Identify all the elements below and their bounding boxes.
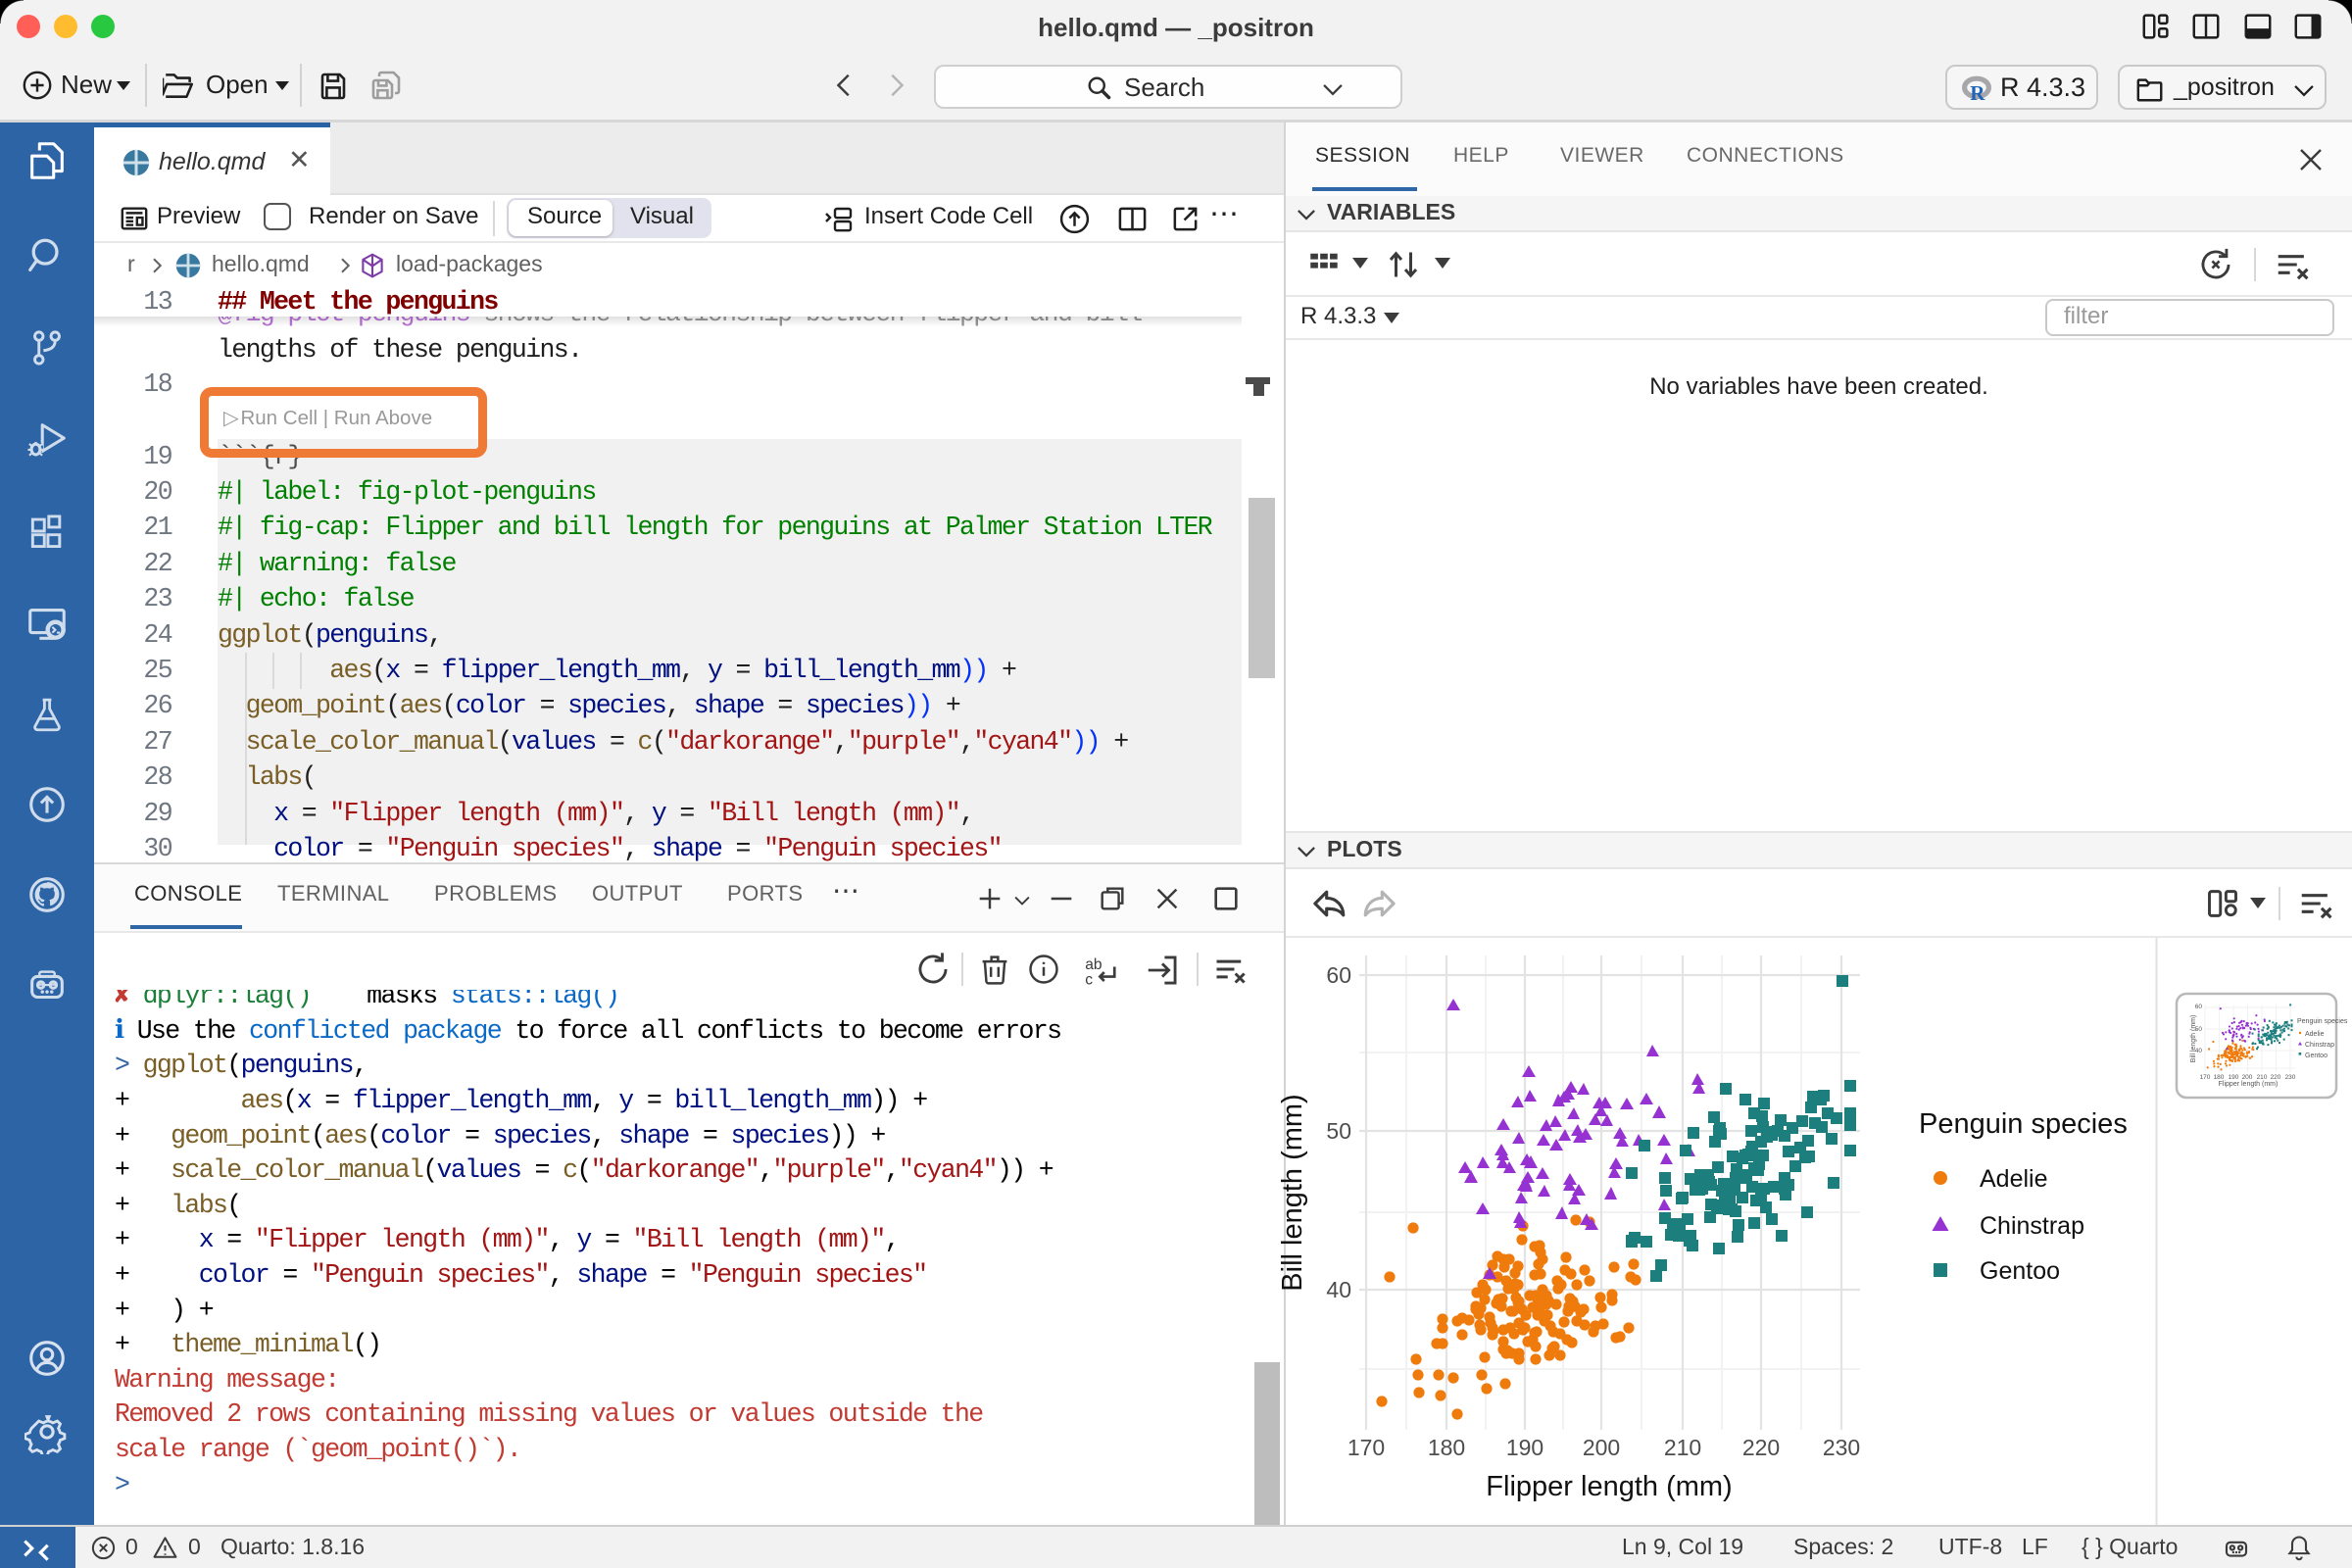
svg-text:c: c bbox=[1085, 971, 1093, 988]
svg-text:Adelie: Adelie bbox=[1980, 1165, 2048, 1193]
svg-text:60: 60 bbox=[2195, 1004, 2203, 1010]
svg-text:60: 60 bbox=[1326, 962, 1351, 988]
svg-text:180: 180 bbox=[2214, 1074, 2225, 1081]
svg-text:Chinstrap: Chinstrap bbox=[2305, 1042, 2334, 1049]
svg-text:Flipper length (mm): Flipper length (mm) bbox=[2219, 1081, 2278, 1088]
svg-text:40: 40 bbox=[2195, 1048, 2203, 1054]
svg-text:210: 210 bbox=[2257, 1074, 2268, 1081]
svg-text:Bill length (mm): Bill length (mm) bbox=[2190, 1015, 2197, 1063]
svg-text:Gentoo: Gentoo bbox=[2305, 1053, 2328, 1059]
svg-text:190: 190 bbox=[1506, 1435, 1544, 1460]
svg-text:Penguin species: Penguin species bbox=[2297, 1018, 2348, 1025]
svg-text:ab: ab bbox=[1085, 956, 1102, 973]
svg-text:210: 210 bbox=[1664, 1435, 1701, 1460]
svg-text:50: 50 bbox=[2195, 1026, 2203, 1033]
svg-text:Adelie: Adelie bbox=[2305, 1031, 2325, 1038]
svg-text:190: 190 bbox=[2229, 1074, 2239, 1081]
svg-text:180: 180 bbox=[1428, 1435, 1465, 1460]
svg-text:Flipper length (mm): Flipper length (mm) bbox=[1486, 1471, 1732, 1502]
svg-text:230: 230 bbox=[1823, 1435, 1860, 1460]
svg-text:R: R bbox=[1970, 81, 1985, 105]
svg-text:Chinstrap: Chinstrap bbox=[1980, 1212, 2084, 1240]
svg-text:170: 170 bbox=[1348, 1435, 1385, 1460]
svg-text:200: 200 bbox=[1583, 1435, 1620, 1460]
svg-text:Bill length (mm): Bill length (mm) bbox=[1277, 1094, 1308, 1291]
svg-text:200: 200 bbox=[2242, 1074, 2253, 1081]
svg-text:170: 170 bbox=[2200, 1074, 2211, 1081]
svg-text:230: 230 bbox=[2285, 1074, 2296, 1081]
svg-text:220: 220 bbox=[1742, 1435, 1780, 1460]
svg-text:220: 220 bbox=[2271, 1074, 2281, 1081]
svg-text:Penguin species: Penguin species bbox=[1919, 1108, 2128, 1140]
svg-text:50: 50 bbox=[1326, 1118, 1351, 1144]
svg-text:40: 40 bbox=[1326, 1277, 1351, 1302]
svg-text:Gentoo: Gentoo bbox=[1980, 1257, 2060, 1285]
